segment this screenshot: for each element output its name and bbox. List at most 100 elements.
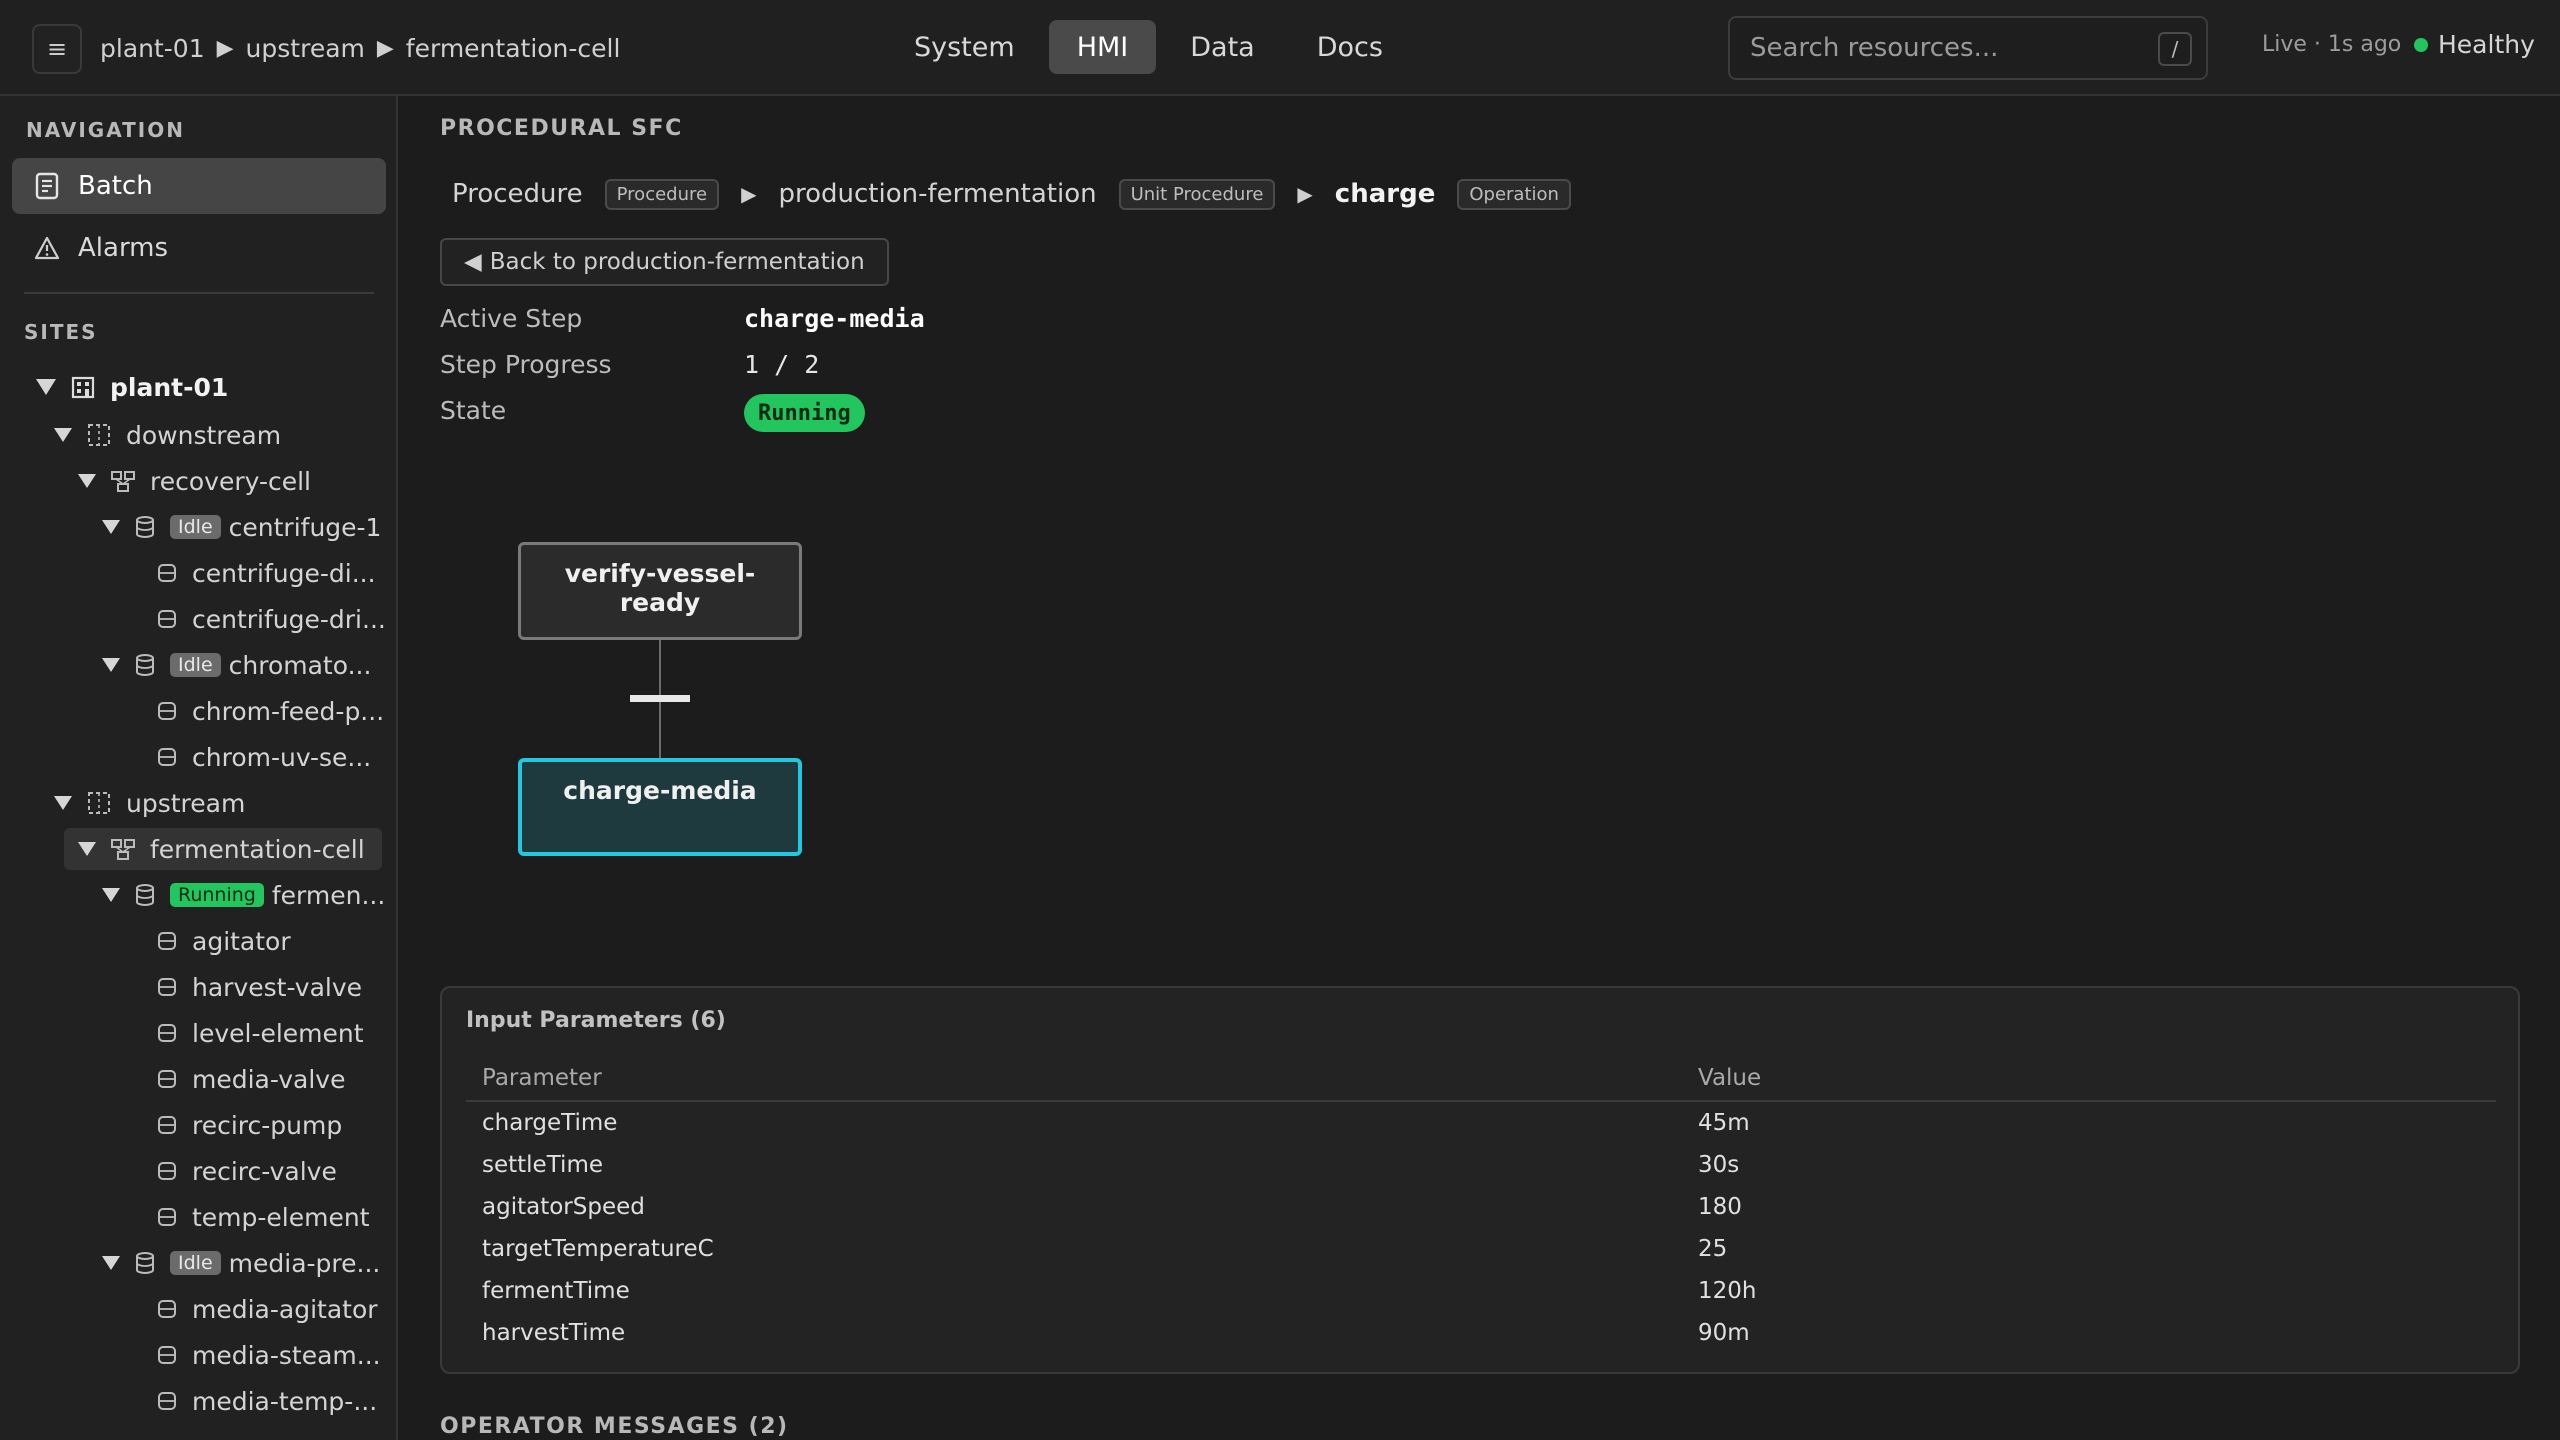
active-step-value: charge-media	[744, 304, 925, 333]
step-progress-label: Step Progress	[440, 350, 612, 379]
equipment-icon	[156, 976, 178, 998]
step-progress-value: 1 / 2	[744, 350, 820, 379]
breadcrumb-item-area[interactable]: upstream	[246, 34, 365, 63]
tree-node-equipment[interactable]: level-element	[156, 1012, 364, 1054]
parameter-name: harvestTime	[482, 1320, 626, 1346]
equipment-icon	[156, 930, 178, 952]
tree-node-equipment[interactable]: media-agitator	[156, 1288, 378, 1330]
sidebar-divider	[24, 292, 374, 294]
parameter-value: 180	[1698, 1194, 1742, 1220]
unit-icon	[134, 1251, 156, 1275]
expand-caret-icon[interactable]	[102, 1256, 120, 1270]
column-header-parameter: Parameter	[482, 1065, 602, 1091]
table-row: settleTime 30s	[466, 1144, 2496, 1186]
sidebar: NAVIGATION Batch Alarms SITES plant-01 d…	[0, 96, 398, 1440]
tree-node-equipment[interactable]: media-steam...	[156, 1334, 381, 1376]
tree-node-equipment[interactable]: recirc-valve	[156, 1150, 337, 1192]
cell-icon	[110, 469, 136, 493]
tree-node-unit[interactable]: Idle media-pre...	[102, 1242, 380, 1284]
parameter-value: 90m	[1698, 1320, 1750, 1346]
sfc-step-label: charge-media	[563, 776, 757, 805]
tree-node-cell[interactable]: recovery-cell	[78, 460, 311, 502]
state-badge: Running	[744, 394, 865, 432]
input-parameters-title: Input Parameters (6)	[466, 1008, 726, 1033]
back-button[interactable]: ◀ Back to production-fermentation	[440, 238, 889, 286]
tree-node-equipment[interactable]: agitator	[156, 920, 291, 962]
tab-system[interactable]: System	[886, 20, 1043, 74]
tree-node-site[interactable]: plant-01	[36, 366, 228, 408]
tree-node-area[interactable]: downstream	[54, 414, 281, 456]
equipment-icon	[156, 562, 178, 584]
document-icon	[35, 172, 59, 200]
tab-data[interactable]: Data	[1162, 20, 1282, 74]
tree-node-unit[interactable]: Running fermen...	[102, 874, 385, 916]
equipment-icon	[156, 1022, 178, 1044]
health-label: Healthy	[2438, 30, 2535, 59]
operation-current: charge	[1334, 179, 1436, 209]
tree-node-area[interactable]: upstream	[54, 782, 245, 824]
tree-node-equipment[interactable]: centrifuge-dri...	[156, 598, 386, 640]
parameter-value: 120h	[1698, 1278, 1757, 1304]
tree-node-equipment[interactable]: harvest-valve	[156, 966, 362, 1008]
tree-node-equipment[interactable]: recirc-pump	[156, 1104, 342, 1146]
tree-node-label: media-temp-...	[192, 1386, 378, 1416]
equipment-icon	[156, 1206, 178, 1228]
tree-node-cell-selected[interactable]: fermentation-cell	[64, 828, 382, 870]
sfc-step-charge-media-active[interactable]: charge-media	[518, 758, 802, 856]
live-status: Live · 1s ago	[2262, 32, 2402, 57]
status-badge: Idle	[170, 515, 221, 539]
breadcrumb-item-cell[interactable]: fermentation-cell	[406, 34, 621, 63]
procedure-link[interactable]: Procedure	[452, 179, 583, 209]
tree-node-label: fermentation-cell	[150, 834, 365, 864]
search-shortcut-hint: /	[2158, 32, 2192, 66]
procedure-breadcrumb: Procedure Procedure ▶ production-ferment…	[452, 174, 1571, 214]
breadcrumb-item-site[interactable]: plant-01	[100, 34, 205, 63]
tree-node-unit[interactable]: Idle centrifuge-1	[102, 506, 381, 548]
tree-node-unit[interactable]: Idle chromato...	[102, 644, 371, 686]
navigation-title: NAVIGATION	[26, 118, 185, 142]
tree-node-label: media-steam...	[192, 1340, 381, 1370]
equipment-icon	[156, 1114, 178, 1136]
operation-type-badge: Operation	[1457, 178, 1571, 210]
search-placeholder: Search resources...	[1750, 33, 1999, 63]
table-row: chargeTime 45m	[466, 1102, 2496, 1144]
tree-node-equipment[interactable]: centrifuge-di...	[156, 552, 376, 594]
tree-node-label: chromato...	[228, 650, 372, 680]
parameter-name: targetTemperatureC	[482, 1236, 714, 1262]
sfc-step-verify-vessel-ready[interactable]: verify-vessel- ready	[518, 542, 802, 640]
expand-caret-icon[interactable]	[102, 888, 120, 902]
main-tabs: System HMI Data Docs	[886, 20, 1411, 74]
tree-node-label: chrom-uv-se...	[192, 742, 372, 772]
tree-node-equipment[interactable]: media-valve	[156, 1058, 345, 1100]
breadcrumb-separator-icon: ▶	[741, 182, 757, 206]
unit-icon	[134, 883, 156, 907]
expand-caret-icon[interactable]	[36, 379, 56, 395]
expand-caret-icon[interactable]	[78, 842, 96, 856]
tab-hmi[interactable]: HMI	[1048, 20, 1157, 74]
tree-node-equipment[interactable]: temp-element	[156, 1196, 370, 1238]
tab-docs[interactable]: Docs	[1289, 20, 1411, 74]
expand-caret-icon[interactable]	[102, 520, 120, 534]
expand-caret-icon[interactable]	[54, 796, 72, 810]
building-icon	[70, 374, 96, 400]
tree-node-label: fermen...	[271, 880, 386, 910]
search-input[interactable]: Search resources... /	[1728, 16, 2208, 80]
expand-caret-icon[interactable]	[78, 474, 96, 488]
expand-caret-icon[interactable]	[54, 428, 72, 442]
parameter-name: fermentTime	[482, 1278, 630, 1304]
tree-node-equipment[interactable]: media-temp-...	[156, 1380, 377, 1422]
tree-node-equipment[interactable]: chrom-uv-se...	[156, 736, 371, 778]
menu-button[interactable]: ≡	[32, 24, 82, 74]
tree-node-label: agitator	[192, 926, 291, 956]
column-header-value: Value	[1698, 1065, 1762, 1091]
nav-item-alarms[interactable]: Alarms	[12, 220, 386, 276]
expand-caret-icon[interactable]	[102, 658, 120, 672]
active-step-label: Active Step	[440, 304, 583, 333]
status-badge: Idle	[170, 1251, 221, 1275]
tree-node-equipment[interactable]: chrom-feed-p...	[156, 690, 384, 732]
equipment-icon	[156, 1160, 178, 1182]
tree-node-label: harvest-valve	[192, 972, 363, 1002]
unit-procedure-link[interactable]: production-fermentation	[778, 179, 1096, 209]
nav-item-batch[interactable]: Batch	[12, 158, 386, 214]
equipment-icon	[156, 1390, 178, 1412]
